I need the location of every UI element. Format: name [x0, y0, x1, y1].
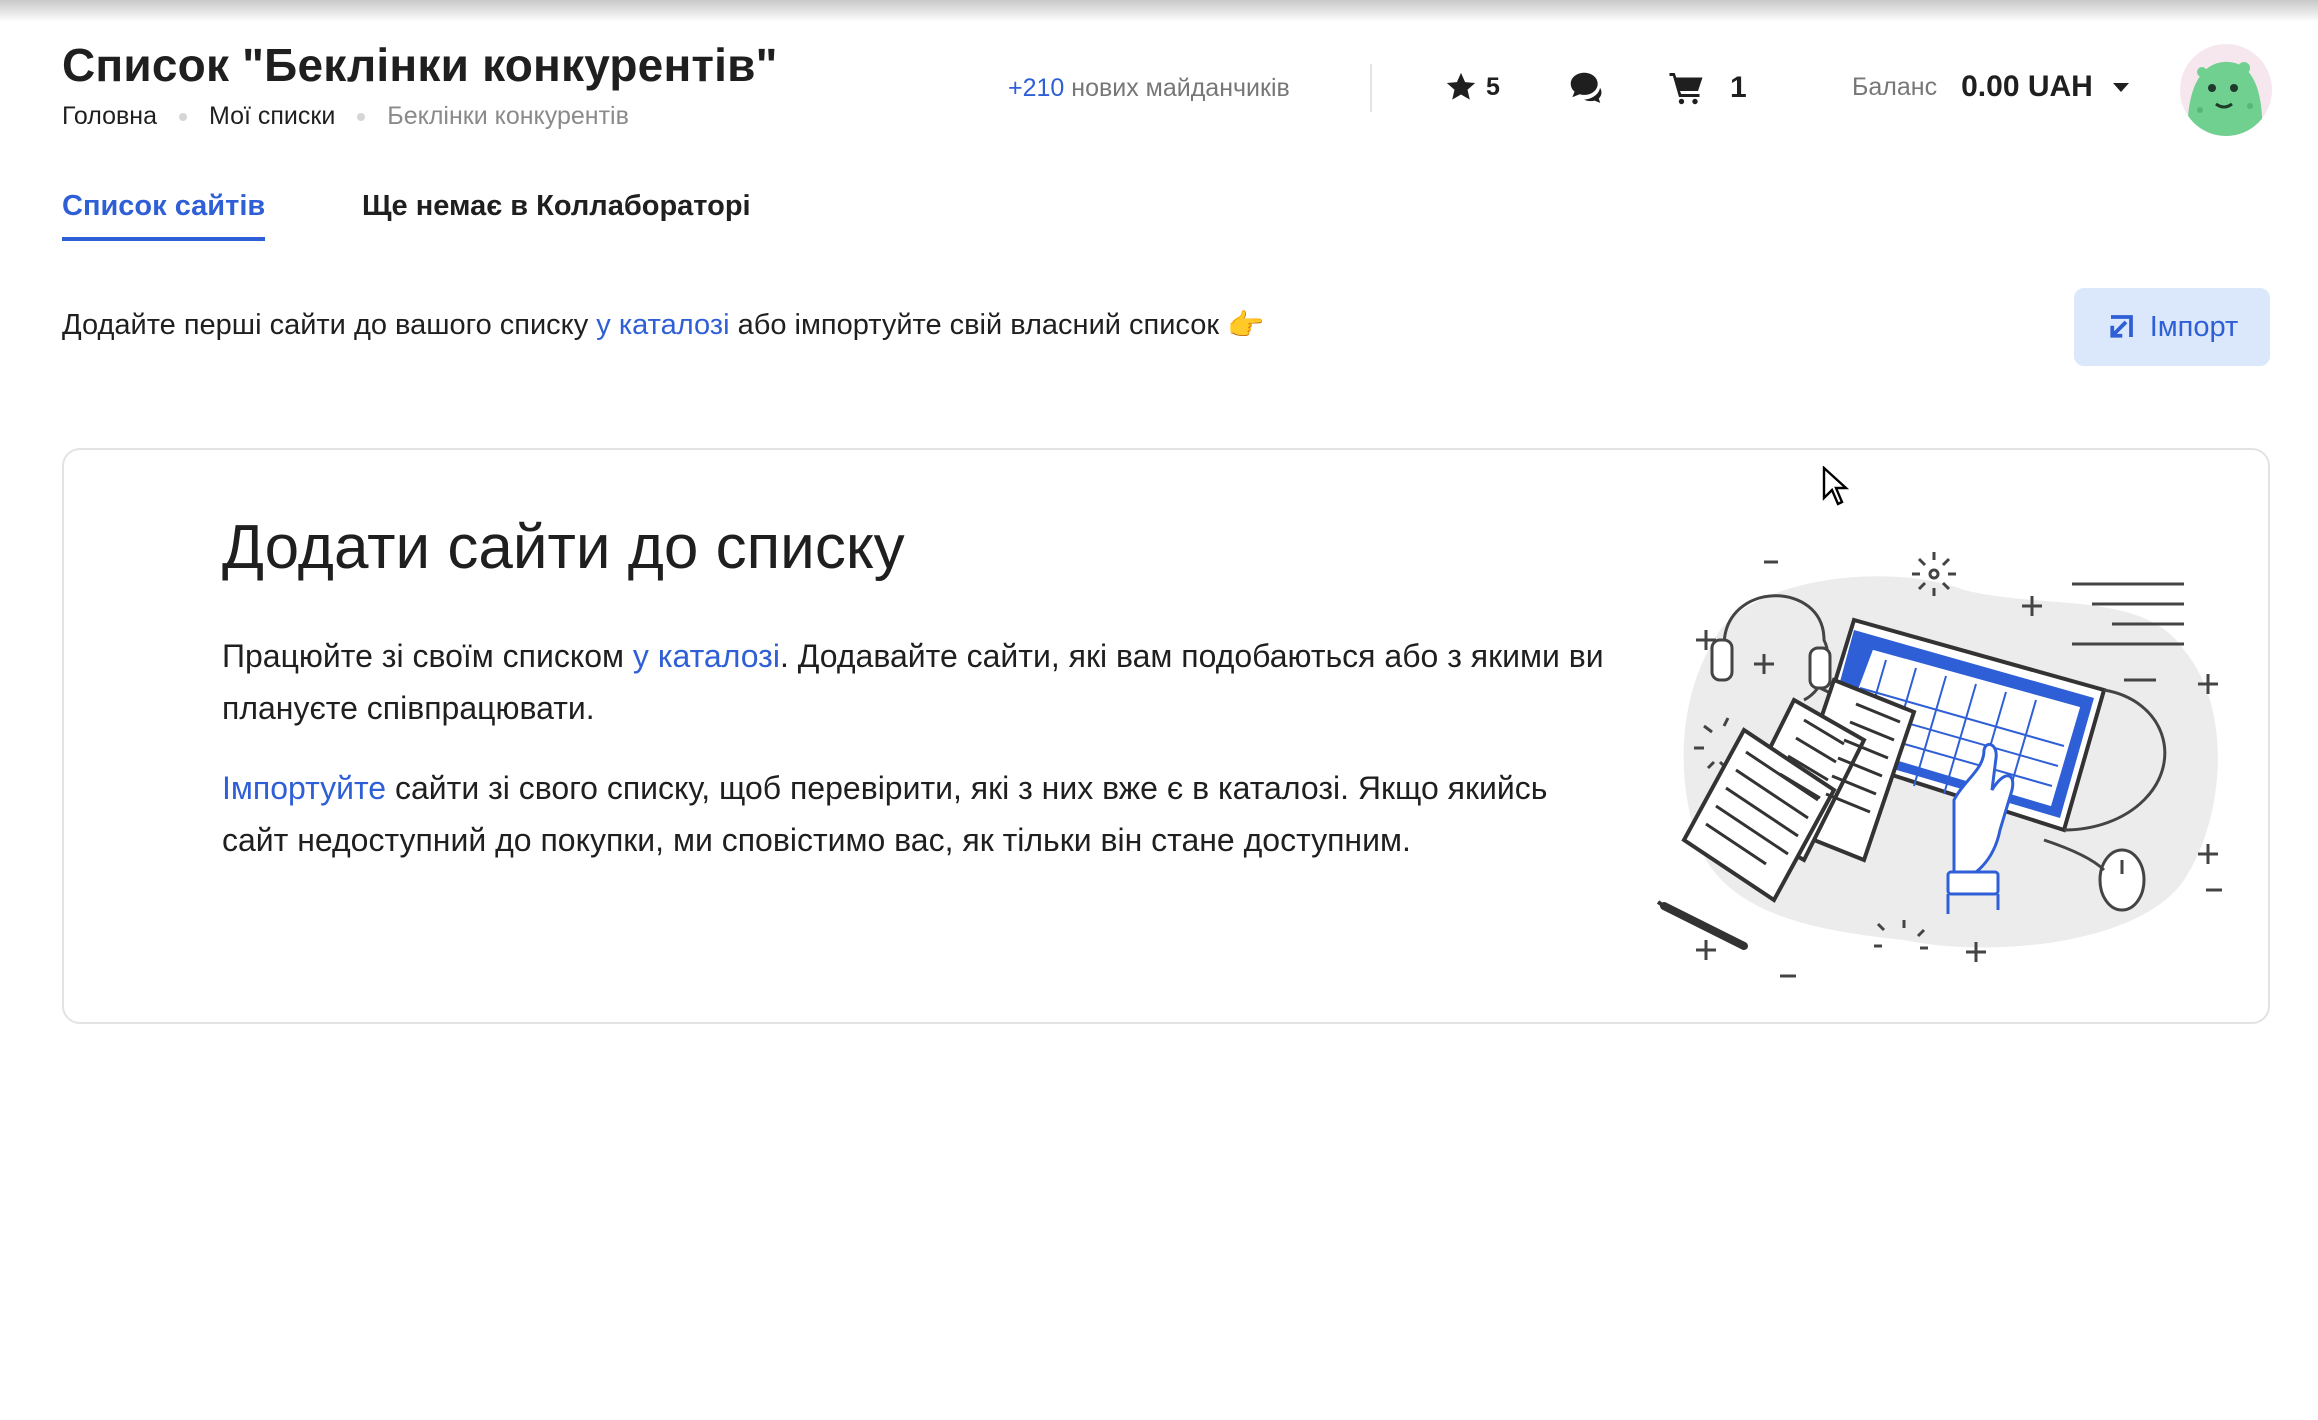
- favorites-count: 5: [1486, 72, 1500, 101]
- star-icon: [1446, 72, 1476, 100]
- import-icon: [2110, 315, 2133, 338]
- import-button[interactable]: Імпорт: [2074, 288, 2270, 366]
- balance-dropdown[interactable]: Баланс 0.00 UAH: [1852, 70, 2129, 104]
- user-avatar[interactable]: [2180, 44, 2272, 136]
- p1-text-before: Працюйте зі своїм списком: [222, 638, 625, 674]
- tab-site-list[interactable]: Список сайтів: [62, 190, 266, 241]
- laptop-illustration: [1656, 552, 2222, 978]
- card-import-link[interactable]: Імпортуйте: [222, 770, 386, 806]
- card-title: Додати сайти до списку: [222, 513, 905, 582]
- new-sites-text: нових майданчиків: [1071, 74, 1290, 102]
- breadcrumb: Головна Мої списки Беклінки конкурентів: [62, 102, 629, 131]
- new-sites-count: +210: [1008, 74, 1065, 102]
- breadcrumb-current: Беклінки конкурентів: [387, 102, 629, 130]
- favorites-button[interactable]: 5: [1444, 70, 1500, 104]
- breadcrumb-separator: [357, 112, 366, 121]
- pointing-hand-emoji: 👉: [1227, 309, 1265, 342]
- cursor-icon: [1822, 466, 1850, 506]
- chat-icon: [1570, 72, 1602, 103]
- card-paragraph-1: Працюйте зі своїм списком у каталозі. До…: [222, 630, 1622, 734]
- info-line: Додайте перші сайти до вашого списку у к…: [62, 308, 1264, 343]
- monster-avatar: [2187, 61, 2263, 136]
- page-title: Список "Беклінки конкурентів": [62, 39, 778, 91]
- card-catalog-link[interactable]: у каталозі: [633, 638, 780, 674]
- new-sites-notice[interactable]: +210 нових майданчиків: [1008, 74, 1290, 103]
- cart-count: 1: [1730, 71, 1747, 104]
- catalog-link[interactable]: у каталозі: [596, 309, 729, 342]
- info-text-before: Додайте перші сайти до вашого списку: [62, 309, 589, 341]
- info-text-after: або імпортуйте свій власний список: [737, 309, 1220, 341]
- breadcrumb-home[interactable]: Головна: [62, 102, 157, 131]
- balance-label: Баланс: [1852, 72, 1938, 101]
- page: Список "Беклінки конкурентів" Головна Мо…: [0, 0, 2318, 1420]
- tab-not-in-collaborator[interactable]: Ще немає в Коллабораторі: [362, 190, 751, 223]
- header-divider: [1370, 64, 1372, 112]
- caret-down-icon: [2112, 82, 2129, 92]
- breadcrumb-separator: [178, 112, 187, 121]
- cart-icon: [1669, 73, 1703, 105]
- messages-button[interactable]: [1566, 68, 1604, 106]
- import-button-label: Імпорт: [2149, 310, 2239, 343]
- p2-text-after: сайти зі свого списку, щоб перевірити, я…: [222, 770, 1548, 858]
- cart-button[interactable]: 1: [1668, 70, 1747, 106]
- empty-state-card: Додати сайти до списку Працюйте зі своїм…: [62, 448, 2270, 1024]
- balance-value: 0.00 UAH: [1961, 70, 2093, 103]
- card-paragraph-2: Імпортуйте сайти зі свого списку, щоб пе…: [222, 762, 1622, 866]
- breadcrumb-my-lists[interactable]: Мої списки: [209, 102, 335, 131]
